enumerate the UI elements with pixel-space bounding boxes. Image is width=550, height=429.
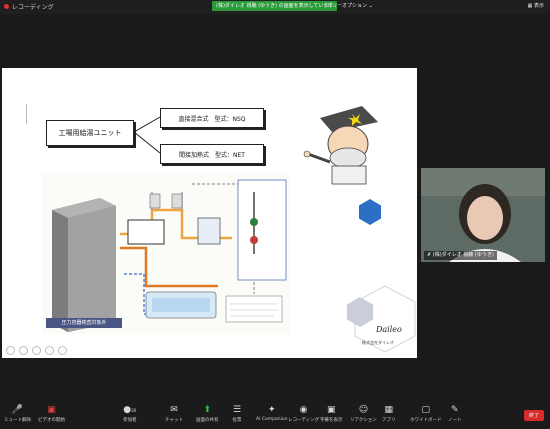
- participant-name: (株)ダイレオ 視聴 (ゆうき): [432, 252, 494, 258]
- whiteboard-label: ホワイトボード: [410, 418, 442, 423]
- participant-name-tag: ✗ (株)ダイレオ 視聴 (ゆうき): [424, 251, 497, 260]
- record-button[interactable]: ◉ レコーディング: [288, 405, 319, 423]
- comment-icon[interactable]: [32, 346, 41, 355]
- apps-button[interactable]: ▦ アプリ: [382, 405, 396, 423]
- poll-label: 投票: [232, 418, 242, 423]
- participants-button[interactable]: ● 30 参加者: [123, 405, 137, 423]
- participant-avatar: [421, 168, 545, 262]
- zoom-icon[interactable]: [45, 346, 54, 355]
- menu-icon[interactable]: [58, 346, 67, 355]
- start-video-button[interactable]: ▣ ビデオの開始: [38, 405, 65, 423]
- system-diagram: [42, 174, 290, 334]
- notes-label: ノート: [448, 418, 462, 423]
- recording-indicator[interactable]: レコーディング: [4, 2, 54, 11]
- start-video-label: ビデオの開始: [38, 418, 65, 423]
- reaction-button[interactable]: ☺ リアクション: [350, 405, 377, 423]
- company-name: 株式会社ダイレオ: [362, 340, 394, 345]
- chat-label: チャット: [165, 418, 183, 423]
- end-meeting-button[interactable]: 終了: [524, 410, 544, 421]
- reaction-icon: ☺: [358, 405, 369, 415]
- view-button-label: 表示: [533, 3, 544, 9]
- captions-icon: ▣: [326, 405, 336, 415]
- video-off-icon: ▣: [47, 405, 56, 415]
- poll-button[interactable]: ☰ 投票: [232, 405, 242, 423]
- professor-illustration: [303, 106, 378, 185]
- ai-companion-icon: ✦: [267, 405, 276, 415]
- participants-icon: ● 30: [123, 405, 137, 415]
- apps-icon: ▦: [384, 405, 393, 415]
- recording-label: レコーディング: [12, 4, 54, 11]
- record-dot-icon: [4, 4, 9, 9]
- apps-label: アプリ: [382, 418, 396, 423]
- grid-icon: ▦: [527, 3, 533, 9]
- chat-icon: ✉: [170, 405, 178, 415]
- participants-label: 参加者: [123, 418, 137, 423]
- company-logo: Daileo: [376, 325, 402, 334]
- inspection-exempt-label: 圧力容器検査対象外: [46, 318, 122, 328]
- captions-button[interactable]: ▣ 字幕を表示: [320, 405, 343, 423]
- captions-label: 字幕を表示: [320, 418, 343, 423]
- notes-button[interactable]: ✎ ノート: [448, 405, 462, 423]
- whiteboard-icon: ▢: [421, 405, 430, 415]
- chat-button[interactable]: ✉ チャット: [165, 405, 183, 423]
- record-label: レコーディング: [288, 418, 320, 423]
- share-screen-icon: ⬆: [203, 405, 212, 415]
- poll-icon: ☰: [232, 405, 242, 415]
- view-options-menu[interactable]: ビューオプション ⌄: [327, 1, 373, 11]
- record-icon: ◉: [299, 405, 308, 415]
- reaction-label: リアクション: [350, 418, 377, 423]
- direct-mix-type-box: 直接混合式 型式：NSQ: [160, 108, 264, 128]
- indirect-heat-type-box: 間接加熱式 型式：NET: [160, 144, 264, 164]
- slide-controls: [6, 346, 67, 355]
- whiteboard-button[interactable]: ▢ ホワイトボード: [410, 405, 442, 423]
- participant-video[interactable]: [421, 168, 545, 262]
- notes-icon: ✎: [450, 405, 459, 415]
- mic-muted-icon: 🎤: [11, 405, 24, 415]
- view-options-label: ビューオプション: [327, 3, 368, 9]
- mic-muted-icon: ✗: [427, 252, 432, 258]
- ai-companion-label: AI Companion: [256, 417, 288, 422]
- mute-label: ミュート解除: [4, 418, 31, 423]
- share-screen-button[interactable]: ⬆ 画面の共有: [196, 405, 219, 423]
- ai-companion-button[interactable]: ✦ AI Companion: [256, 405, 287, 422]
- share-status-banner: (株)ダイレオ 視聴 (ゆうき) の画面を表示しています: [212, 1, 338, 11]
- prev-slide-icon[interactable]: [6, 346, 15, 355]
- share-screen-label: 画面の共有: [196, 418, 219, 423]
- pen-icon[interactable]: [19, 346, 28, 355]
- mute-button[interactable]: 🎤 ミュート解除: [4, 405, 31, 423]
- participant-count: 30: [131, 407, 137, 413]
- chevron-down-icon: ⌄: [368, 3, 373, 9]
- view-button[interactable]: ▦ 表示: [528, 1, 544, 11]
